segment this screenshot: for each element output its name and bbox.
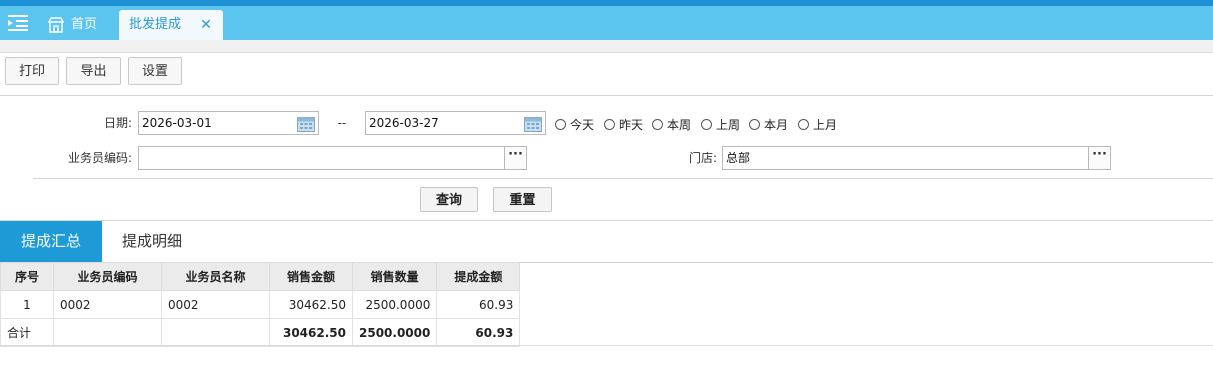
tab-commission-summary[interactable]: 提成汇总 [0,221,102,262]
date-range-separator: -- [337,116,347,130]
column-header[interactable]: 序号 [0,262,54,291]
close-icon[interactable]: ✕ [199,10,213,40]
radio-label: 昨天 [619,118,644,132]
radio-label: 今天 [570,118,595,132]
salesman-code-label: 业务员编码: [67,151,132,165]
cell-salesman-name: 0002 [161,290,270,319]
cell-sales-amount: 30462.50 [269,290,353,319]
radio-circle [749,119,760,130]
store-picker-button[interactable]: ··· [1088,146,1111,170]
cell-total-label: 合计 [0,318,54,347]
table-row[interactable]: 1 0002 0002 30462.50 2500.0000 60.93 [0,290,521,319]
tab-home[interactable]: 首页 [44,10,114,40]
column-header[interactable]: 销售金额 [269,262,353,291]
cell-commission-amount: 60.93 [436,290,521,319]
date-label: 日期: [103,116,132,130]
export-button[interactable]: 导出 [66,57,121,85]
column-header[interactable]: 业务员编码 [53,262,162,291]
date-from-input[interactable]: 2026-03-01 [138,111,319,135]
tab-active-label: 批发提成 [129,17,182,32]
date-to-input[interactable]: 2026-03-27 [365,111,546,135]
table-header-row: 序号 业务员编码 业务员名称 销售金额 销售数量 提成金额 [0,262,521,291]
radio-label: 本周 [667,118,692,132]
tab-content-strip [0,40,1213,53]
radio-circle [652,119,663,130]
radio-label: 上周 [716,118,741,132]
table-total-row: 合计 30462.50 2500.0000 60.93 [0,318,521,347]
tab-commission-detail[interactable]: 提成明细 [102,221,202,262]
radio-circle [555,119,566,130]
cell-sales-quantity: 2500.0000 [351,290,438,319]
cell-salesman-code: 0002 [53,290,162,319]
radio-label: 上月 [813,118,838,132]
radio-circle [604,119,615,130]
query-button[interactable]: 查询 [420,187,478,212]
filter-divider [33,178,1213,179]
tab-bar: 首页 批发提成 ✕ [0,6,1213,40]
radio-label: 本月 [764,118,789,132]
date-from-value: 2026-03-01 [142,116,212,130]
salesman-picker-button[interactable]: ··· [504,146,527,170]
cell-total-empty [53,318,162,347]
cell-total-empty [161,318,270,347]
cell-total-sales-quantity: 2500.0000 [351,318,438,347]
store-input[interactable]: 总部 [722,146,1089,170]
column-header[interactable]: 销售数量 [351,262,438,291]
menu-collapse-icon[interactable] [8,14,28,32]
store-label: 门店: [688,151,717,165]
cell-total-commission-amount: 60.93 [436,318,521,347]
table-bottom-line [0,345,1213,346]
calendar-icon[interactable] [524,115,542,132]
tab-home-label: 首页 [71,17,98,32]
store-value: 总部 [726,151,751,165]
cell-index: 1 [0,290,54,319]
print-button[interactable]: 打印 [5,57,59,85]
reset-button[interactable]: 重置 [493,187,552,212]
tab-wholesale-commission[interactable]: 批发提成 ✕ [119,10,223,40]
calendar-icon[interactable] [297,115,315,132]
settings-button[interactable]: 设置 [128,57,182,85]
cell-total-sales-amount: 30462.50 [269,318,353,347]
commission-table: 序号 业务员编码 业务员名称 销售金额 销售数量 提成金额 1 0002 000… [0,262,521,347]
toolbar-divider [0,95,1213,96]
salesman-code-input[interactable] [138,146,505,170]
column-header[interactable]: 业务员名称 [161,262,270,291]
radio-circle [701,119,712,130]
column-header[interactable]: 提成金额 [436,262,521,291]
date-to-value: 2026-03-27 [369,116,439,130]
radio-circle [798,119,809,130]
store-icon [48,17,64,33]
